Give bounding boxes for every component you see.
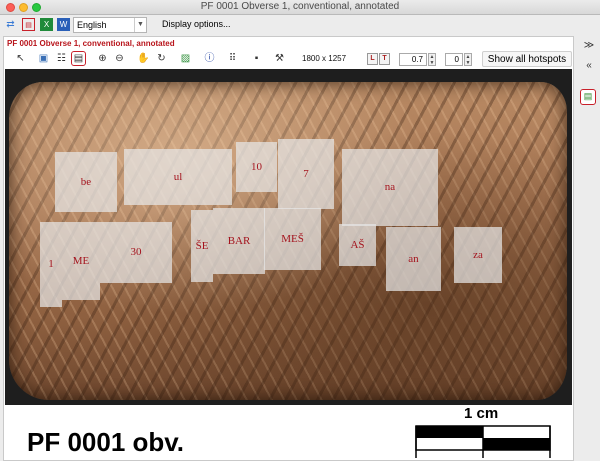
main-toolbar: ⇄ ▤ X W English ▼ Display options... — [0, 15, 600, 35]
show-hotspots-button[interactable]: Show all hotspots — [482, 51, 572, 67]
pointer-icon[interactable]: ↖ — [14, 52, 27, 65]
hotspot-bar[interactable]: BAR — [213, 208, 265, 274]
scale-label: 1 cm — [464, 405, 499, 422]
hotspot-1[interactable]: 1 — [40, 222, 62, 307]
hotspot-label: 10 — [251, 161, 262, 173]
hotspot-label: 30 — [130, 246, 142, 258]
hotspot-label: MEŠ — [281, 233, 304, 245]
right-sidebar: ≫ « ▤ — [577, 36, 600, 461]
rotate-icon[interactable]: ↻ — [155, 52, 168, 65]
pdf-icon[interactable]: ▤ — [22, 18, 35, 31]
hotspot-10[interactable]: 10 — [236, 142, 277, 192]
save-icon[interactable]: ▪ — [250, 52, 263, 65]
hotspot-me[interactable]: ME — [62, 222, 100, 300]
tablet-label: PF 0001 obv. — [27, 427, 185, 457]
chevron-down-icon: ▼ — [134, 18, 146, 32]
hotspot-label: 7 — [303, 168, 309, 180]
hotspot-7[interactable]: 7 — [278, 139, 334, 209]
info-icon[interactable]: ⓘ — [203, 52, 216, 65]
hotspot-label: ŠE — [195, 240, 209, 252]
panel-title: PF 0001 Obverse 1, conventional, annotat… — [7, 39, 175, 48]
hotspot-na[interactable]: na — [342, 149, 438, 226]
collapse-left-icon[interactable]: « — [583, 60, 595, 72]
hotspot-se[interactable]: ŠE — [191, 210, 213, 282]
rotation-stepper[interactable]: ▲ ▼ — [464, 53, 472, 66]
hotspot-as[interactable]: AŠ — [339, 224, 376, 266]
l-button[interactable]: L — [367, 53, 378, 65]
hotspot-30[interactable]: 30 — [100, 222, 172, 283]
hotspot-an[interactable]: an — [386, 227, 441, 291]
hotspot-za[interactable]: za — [454, 227, 502, 283]
hotspot-label: ME — [72, 255, 90, 267]
network-icon[interactable]: ⇄ — [4, 18, 17, 31]
word-icon[interactable]: W — [57, 18, 70, 31]
zoom-out-icon[interactable]: ⊖ — [113, 52, 126, 65]
table-icon[interactable]: ☷ — [55, 52, 68, 65]
grid-icon[interactable]: ⠿ — [226, 52, 239, 65]
language-select[interactable]: English ▼ — [73, 17, 147, 33]
zoom-field[interactable]: 0.7 — [399, 53, 427, 66]
document-panel-icon[interactable]: ▤ — [580, 89, 596, 105]
image-toolbar: ↖ ▣ ☷ ▤ ⊕ ⊖ ✋ ↻ ▨ ⓘ ⠿ ▪ ⚒ 1800 x 1257 L … — [4, 50, 573, 68]
hotspot-label: za — [473, 249, 483, 261]
hotspot-label: ul — [173, 171, 183, 183]
hotspot-label: be — [80, 176, 92, 188]
hotspot-mes[interactable]: MEŠ — [264, 208, 321, 270]
zoom-in-icon[interactable]: ⊕ — [96, 52, 109, 65]
t-button[interactable]: T — [379, 53, 390, 65]
hotspot-label: BAR — [227, 235, 251, 247]
scale-bar — [415, 425, 551, 458]
hotspot-label: 1 — [48, 258, 54, 270]
image-icon[interactable]: ▨ — [179, 52, 192, 65]
hand-icon[interactable]: ✋ — [137, 52, 150, 65]
fit-window-icon[interactable]: ▣ — [37, 52, 50, 65]
title-bar: PF 0001 Obverse 1, conventional, annotat… — [0, 0, 600, 15]
image-footer: PF 0001 obv. 1 cm — [5, 405, 572, 460]
language-value: English — [77, 20, 107, 30]
hotspot-label: na — [384, 181, 396, 193]
tools-icon[interactable]: ⚒ — [273, 52, 286, 65]
document-icon[interactable]: ▤ — [71, 51, 86, 66]
hotspot-label: AŠ — [350, 239, 365, 251]
window-title: PF 0001 Obverse 1, conventional, annotat… — [200, 1, 400, 12]
zoom-stepper[interactable]: ▲ ▼ — [428, 53, 436, 66]
display-options-button[interactable]: Display options... — [162, 19, 231, 29]
excel-icon[interactable]: X — [40, 18, 53, 31]
rotation-field[interactable]: 0 — [445, 53, 463, 66]
hotspot-ul[interactable]: ul — [124, 149, 232, 205]
image-dimensions: 1800 x 1257 — [302, 54, 347, 63]
tablet-image-area[interactable]: be ul 10 7 na 1 ME 30 ŠE BAR MEŠ AŠ an z… — [5, 69, 572, 405]
image-panel: PF 0001 Obverse 1, conventional, annotat… — [3, 36, 574, 461]
collapse-down-icon[interactable]: ≫ — [583, 40, 595, 52]
hotspot-label: an — [408, 253, 419, 265]
hotspot-be[interactable]: be — [55, 152, 117, 212]
